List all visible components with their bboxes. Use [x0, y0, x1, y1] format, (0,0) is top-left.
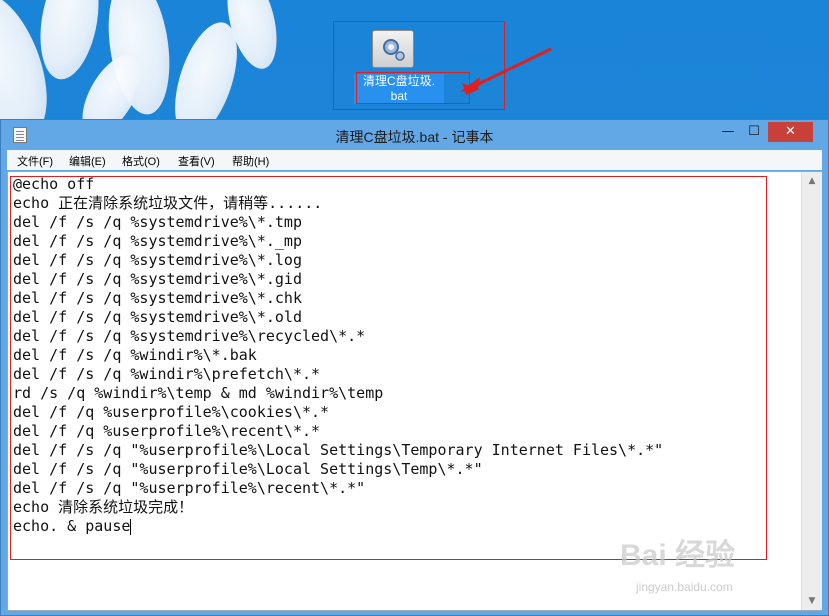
maximize-button[interactable]: ☐ — [741, 122, 767, 142]
vertical-scrollbar[interactable]: ▲ ▼ — [801, 172, 822, 610]
scroll-down-icon[interactable]: ▼ — [802, 592, 822, 610]
text-caret — [130, 518, 132, 535]
editor-line: del /f /q %userprofile%\recent\*.* — [13, 422, 321, 440]
editor-line: del /f /s /q %systemdrive%\*.old — [13, 308, 302, 326]
editor-line: del /f /s /q %systemdrive%\*.log — [13, 251, 302, 269]
menu-file[interactable]: 文件(F) — [17, 153, 53, 169]
editor-line: @echo off — [13, 175, 95, 193]
editor-line: echo. & pause — [13, 517, 132, 535]
scroll-up-icon[interactable]: ▲ — [802, 172, 822, 190]
editor-line: del /f /s /q %systemdrive%\*._mp — [13, 232, 302, 250]
editor-line: rd /s /q %windir%\temp & md %windir%\tem… — [13, 384, 384, 402]
menu-help[interactable]: 帮助(H) — [232, 153, 269, 169]
watermark-url: jingyan.baidu.com — [636, 580, 733, 594]
editor-line: del /f /s /q %windir%\*.bak — [13, 346, 257, 364]
window-title: 清理C盘垃圾.bat - 记事本 — [335, 129, 494, 145]
menu-format[interactable]: 格式(O) — [122, 153, 160, 169]
editor-line: echo 正在清除系统垃圾文件，请稍等...... — [13, 194, 323, 212]
editor-line: del /f /s /q %systemdrive%\*.chk — [13, 289, 302, 307]
editor-text[interactable]: @echo off echo 正在清除系统垃圾文件，请稍等...... del /f… — [13, 175, 663, 536]
editor-line: del /f /s /q "%userprofile%\recent\*.*" — [13, 479, 366, 497]
editor-line: del /f /s /q "%userprofile%\Local Settin… — [13, 460, 483, 478]
editor-line: del /f /s /q "%userprofile%\Local Settin… — [13, 441, 664, 459]
menu-view[interactable]: 查看(V) — [178, 153, 215, 169]
editor-line: del /f /s /q %windir%\prefetch\*.* — [13, 365, 321, 383]
minimize-button[interactable]: — — [715, 122, 741, 142]
watermark-logo: Bai 经验 — [620, 539, 736, 572]
editor-line: del /f /q %userprofile%\cookies\*.* — [13, 403, 330, 421]
menu-edit[interactable]: 编辑(E) — [69, 153, 106, 169]
title-bar[interactable]: 清理C盘垃圾.bat - 记事本 — ☐ ✕ — [1, 120, 828, 150]
close-button[interactable]: ✕ — [768, 122, 813, 142]
editor-line: del /f /s /q %systemdrive%\recycled\*.* — [13, 327, 366, 345]
menu-bar: 文件(F) 编辑(E) 格式(O) 查看(V) 帮助(H) — [7, 150, 822, 170]
editor-line: del /f /s /q %systemdrive%\*.tmp — [13, 213, 302, 231]
editor-line: del /f /s /q %systemdrive%\*.gid — [13, 270, 302, 288]
editor-line: echo 清除系统垃圾完成！ — [13, 498, 194, 516]
